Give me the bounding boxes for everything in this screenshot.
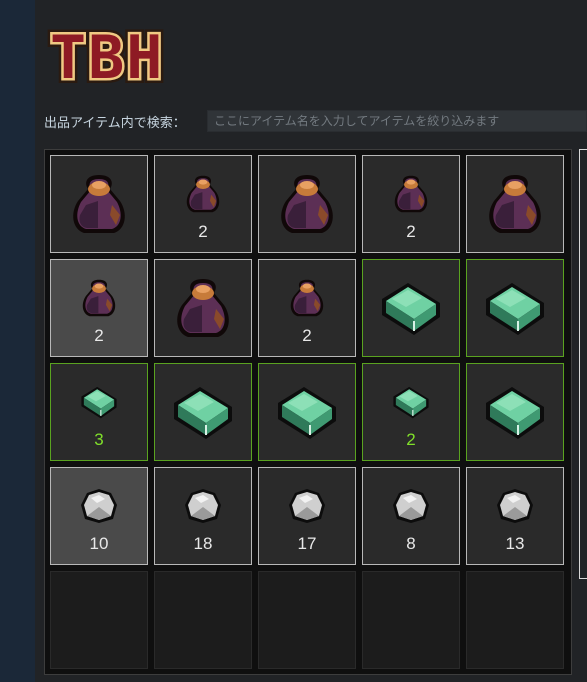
- item-count: 10: [89, 534, 109, 553]
- empty-slot[interactable]: [466, 571, 564, 669]
- item-slot[interactable]: 2: [50, 259, 148, 357]
- item-count: 8: [406, 534, 416, 553]
- green-ingot-icon-large: [486, 283, 544, 335]
- item-slot[interactable]: [466, 363, 564, 461]
- stone-icon: [497, 489, 533, 523]
- left-sidebar-strip: [0, 0, 35, 682]
- item-count: 2: [198, 222, 208, 241]
- item-slot[interactable]: 17: [258, 467, 356, 565]
- item-count: 2: [302, 326, 312, 345]
- sack-icon-large: [177, 279, 229, 337]
- green-ingot-icon-small: [81, 386, 117, 419]
- green-ingot-icon-large: [382, 283, 440, 335]
- stone-icon: [289, 489, 325, 523]
- sack-icon-small: [82, 279, 116, 317]
- tbh-logo: TBH TBH TBH: [46, 22, 167, 84]
- green-ingot-icon-large: [278, 387, 336, 439]
- item-slot[interactable]: [466, 259, 564, 357]
- side-panel-edge: [579, 149, 587, 579]
- item-count: 17: [297, 534, 317, 553]
- item-slot[interactable]: [258, 363, 356, 461]
- sack-icon-large: [489, 175, 541, 233]
- item-slot[interactable]: 3: [50, 363, 148, 461]
- item-slot[interactable]: 10: [50, 467, 148, 565]
- item-slot[interactable]: 2: [362, 363, 460, 461]
- item-count: 2: [406, 222, 416, 241]
- sack-icon-small: [394, 175, 428, 213]
- item-slot[interactable]: [258, 155, 356, 253]
- inventory-grid: 2 2 2 2 3 2 10 18 17 8 13: [44, 149, 572, 675]
- item-count: 2: [94, 326, 104, 345]
- item-slot[interactable]: 2: [258, 259, 356, 357]
- empty-slot[interactable]: [50, 571, 148, 669]
- stone-icon: [185, 489, 221, 523]
- item-slot[interactable]: [154, 259, 252, 357]
- item-slot[interactable]: 2: [362, 155, 460, 253]
- empty-slot[interactable]: [258, 571, 356, 669]
- item-count: 3: [94, 430, 104, 449]
- sack-icon-small: [290, 279, 324, 317]
- svg-text:TBH: TBH: [50, 23, 164, 84]
- search-input[interactable]: [207, 110, 587, 132]
- search-row: 出品アイテム内で検索：: [44, 110, 587, 132]
- sack-icon-small: [186, 175, 220, 213]
- item-slot[interactable]: 8: [362, 467, 460, 565]
- item-slot[interactable]: [466, 155, 564, 253]
- green-ingot-icon-large: [174, 387, 232, 439]
- item-slot[interactable]: [50, 155, 148, 253]
- search-label: 出品アイテム内で検索：: [44, 115, 186, 130]
- sack-icon-large: [73, 175, 125, 233]
- item-slot[interactable]: [362, 259, 460, 357]
- item-slot[interactable]: 2: [154, 155, 252, 253]
- stone-icon: [81, 489, 117, 523]
- item-slot[interactable]: 18: [154, 467, 252, 565]
- green-ingot-icon-small: [393, 386, 429, 419]
- item-slot[interactable]: 13: [466, 467, 564, 565]
- empty-slot[interactable]: [154, 571, 252, 669]
- item-count: 2: [406, 430, 416, 449]
- sack-icon-large: [281, 175, 333, 233]
- empty-slot[interactable]: [362, 571, 460, 669]
- item-count: 13: [505, 534, 525, 553]
- item-count: 18: [193, 534, 213, 553]
- green-ingot-icon-large: [486, 387, 544, 439]
- item-slot[interactable]: [154, 363, 252, 461]
- stone-icon: [393, 489, 429, 523]
